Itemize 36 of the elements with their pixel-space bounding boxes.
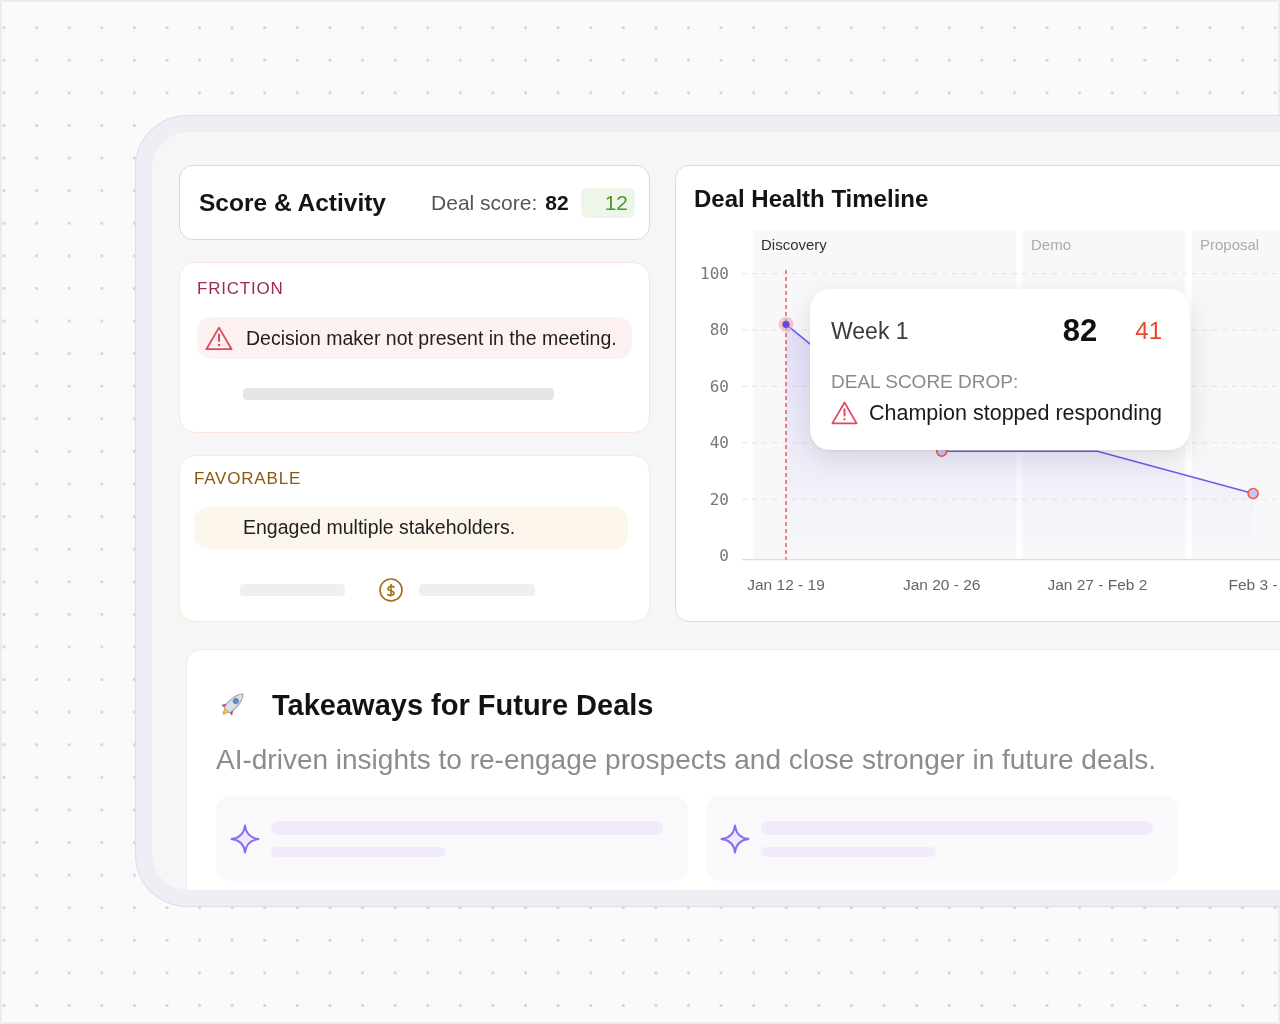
score-change-badge: 12: [580, 187, 635, 218]
tooltip-week: Week 1: [831, 317, 909, 345]
section-subtitle: AI-driven insights to re-engage prospects and close stronger in future deals.: [216, 743, 1158, 777]
tooltip-change: 41: [1135, 317, 1162, 345]
selected-point: [778, 316, 794, 332]
y-axis-label: 0: [719, 546, 729, 565]
x-axis-label: Jan 27 - Feb 2: [1047, 576, 1148, 593]
y-axis-label: 20: [709, 489, 729, 509]
chart-title: Deal Health Timeline: [694, 185, 930, 213]
tooltip-message: Champion stopped responding: [869, 401, 1162, 426]
section-title: FAVORABLE: [194, 468, 303, 489]
phase-label: Discovery: [761, 236, 827, 254]
warning-icon: [831, 401, 858, 426]
y-axis-label: 40: [709, 433, 729, 453]
insight-text: Engaged multiple stakeholders.: [243, 516, 516, 539]
tooltip-label: DEAL SCORE DROP:: [831, 371, 1020, 393]
dollar-coin-icon: [379, 577, 403, 602]
x-axis-label: Jan 12 - 19: [747, 576, 825, 593]
deal-score-value: 82: [545, 190, 569, 215]
y-axis-label: 60: [709, 376, 729, 396]
x-axis-label: Feb 3 -: [1228, 576, 1278, 593]
y-axis-label: 100: [700, 264, 729, 284]
warning-icon: [205, 325, 233, 351]
card-title: Score & Activity: [199, 187, 386, 218]
tooltip-score: 82: [1062, 313, 1098, 349]
x-axis-label: Jan 20 - 26: [902, 576, 981, 593]
deal-score-label: Deal score:: [431, 190, 538, 215]
section-heading: Takeaways for Future Deals: [272, 688, 654, 722]
y-axis-label: 80: [709, 320, 729, 340]
section-title: FRICTION: [197, 279, 285, 299]
sparkle-icon: [720, 823, 750, 854]
insight-text: Decision maker not present in the meeting.: [246, 326, 617, 350]
phase-label: Proposal: [1200, 236, 1260, 254]
drop-marker: [1247, 487, 1259, 500]
phase-label: Demo: [1031, 236, 1071, 254]
sparkle-icon: [230, 823, 260, 854]
